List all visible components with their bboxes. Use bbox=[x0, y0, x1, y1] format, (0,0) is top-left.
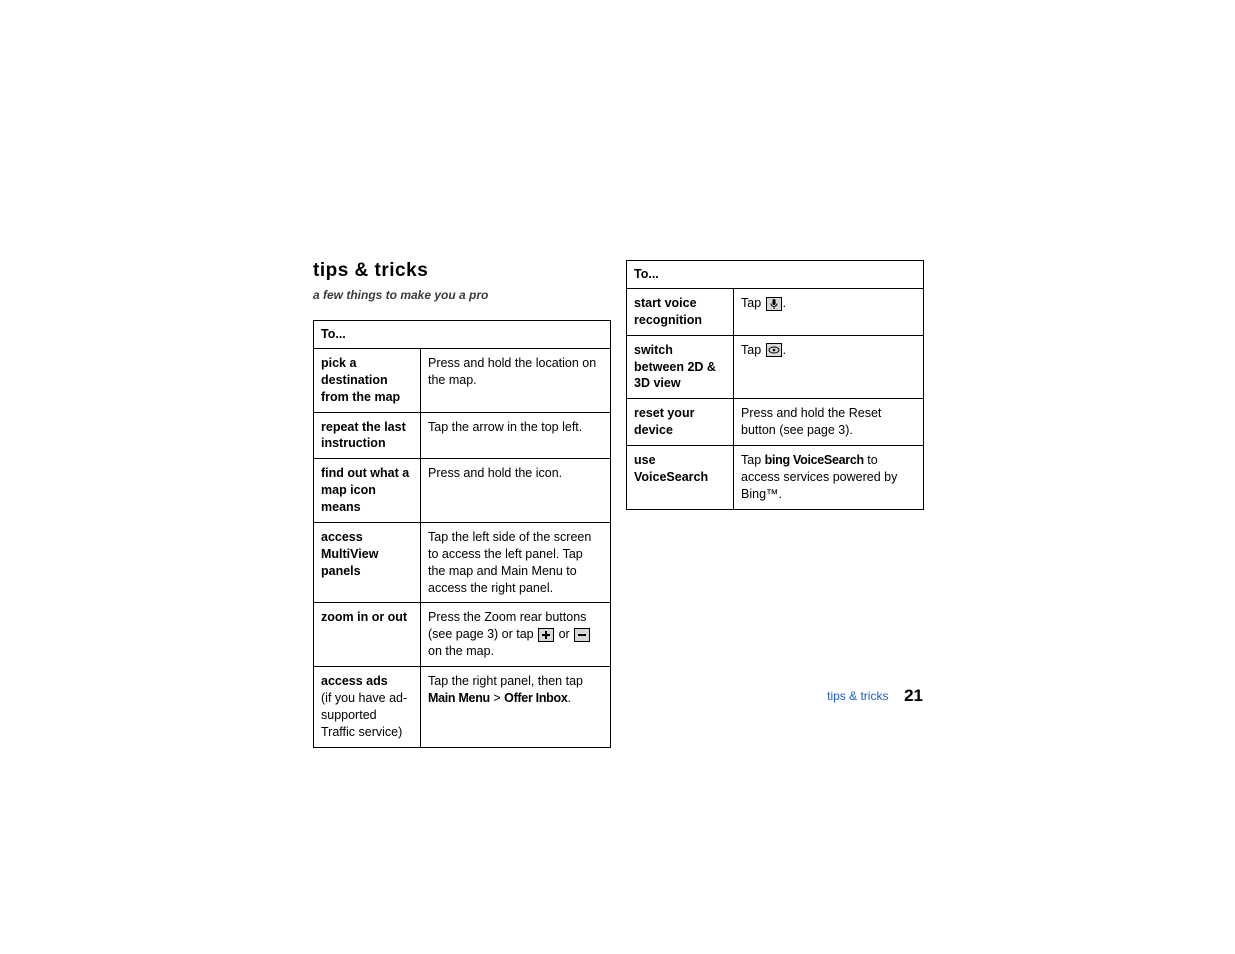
footer-section-link: tips & tricks bbox=[827, 689, 888, 703]
table-row: use VoiceSearch Tap bing VoiceSearch to a… bbox=[627, 446, 924, 510]
table-cell-action: access ads (if you have ad-supported Traf… bbox=[314, 667, 421, 748]
table-cell-description: Tap bing VoiceSearch to access services … bbox=[734, 446, 924, 510]
action-label: reset your device bbox=[634, 406, 694, 437]
table-cell-description: Tap the arrow in the top left. bbox=[421, 412, 611, 459]
table-header: To... bbox=[627, 261, 924, 289]
table-cell-description: Press and hold the icon. bbox=[421, 459, 611, 523]
table-cell-action: start voice recognition bbox=[627, 288, 734, 335]
table-row: switch between 2D & 3D view Tap . bbox=[627, 335, 924, 399]
view-toggle-icon bbox=[766, 343, 782, 357]
ui-label: Offer Inbox bbox=[504, 691, 567, 705]
action-label: find out what a map icon means bbox=[321, 466, 409, 514]
action-label: pick a destination from the map bbox=[321, 356, 400, 404]
page-title: tips & tricks bbox=[313, 260, 611, 282]
table-cell-description: Press and hold the location on the map. bbox=[421, 348, 611, 412]
action-label: access MultiView panels bbox=[321, 530, 378, 578]
ui-label: Main Menu bbox=[428, 691, 490, 705]
table-row: access MultiView panels Tap the left side… bbox=[314, 522, 611, 603]
table-row: zoom in or out Press the Zoom rear button… bbox=[314, 603, 611, 667]
table-cell-action: zoom in or out bbox=[314, 603, 421, 667]
left-column: tips & tricks a few things to make you a… bbox=[313, 260, 611, 748]
tips-table-right: To... start voice recognitionTap .switch… bbox=[626, 260, 924, 510]
document-page: tips & tricks a few things to make you a… bbox=[0, 0, 1235, 954]
tips-table-left: To... pick a destination from the map Pre… bbox=[313, 320, 611, 748]
footer-page-number: 21 bbox=[904, 686, 923, 705]
table-cell-description: Tap the left side of the screen to acces… bbox=[421, 522, 611, 603]
table-cell-description: Press and hold the Reset button (see pag… bbox=[734, 399, 924, 446]
table-cell-description: Press the Zoom rear buttons (see page 3)… bbox=[421, 603, 611, 667]
page-subtitle: a few things to make you a pro bbox=[313, 288, 611, 302]
table-cell-action: use VoiceSearch bbox=[627, 446, 734, 510]
table-cell-description: Tap . bbox=[734, 288, 924, 335]
action-label: use VoiceSearch bbox=[634, 453, 708, 484]
table-cell-action: find out what a map icon means bbox=[314, 459, 421, 523]
table-header: To... bbox=[314, 321, 611, 349]
plus-icon bbox=[538, 628, 554, 642]
table-cell-description: Tap the right panel, then tap Main Menu … bbox=[421, 667, 611, 748]
table-cell-action: pick a destination from the map bbox=[314, 348, 421, 412]
table-cell-description: Tap . bbox=[734, 335, 924, 399]
action-sublabel: (if you have ad-supported Traffic servic… bbox=[321, 690, 413, 741]
table-row: access ads (if you have ad-supported Traf… bbox=[314, 667, 611, 748]
table-row: reset your device Press and hold the Rese… bbox=[627, 399, 924, 446]
table-row: repeat the last instruction Tap the arrow… bbox=[314, 412, 611, 459]
page-footer: tips & tricks 21 bbox=[827, 686, 923, 706]
table-row: start voice recognition Tap . bbox=[627, 288, 924, 335]
action-label: switch between 2D & 3D view bbox=[634, 343, 716, 391]
action-label: zoom in or out bbox=[321, 610, 407, 624]
right-column: To... start voice recognitionTap .switch… bbox=[626, 260, 924, 510]
action-label: repeat the last instruction bbox=[321, 420, 406, 451]
minus-icon bbox=[574, 628, 590, 642]
table-cell-action: repeat the last instruction bbox=[314, 412, 421, 459]
table-cell-action: access MultiView panels bbox=[314, 522, 421, 603]
microphone-icon bbox=[766, 297, 782, 311]
action-label: access ads bbox=[321, 674, 388, 688]
table-row: find out what a map icon meansPress and … bbox=[314, 459, 611, 523]
table-cell-action: reset your device bbox=[627, 399, 734, 446]
action-label: start voice recognition bbox=[634, 296, 702, 327]
table-cell-action: switch between 2D & 3D view bbox=[627, 335, 734, 399]
table-row: pick a destination from the map Press and… bbox=[314, 348, 611, 412]
ui-label: bing VoiceSearch bbox=[765, 453, 864, 467]
